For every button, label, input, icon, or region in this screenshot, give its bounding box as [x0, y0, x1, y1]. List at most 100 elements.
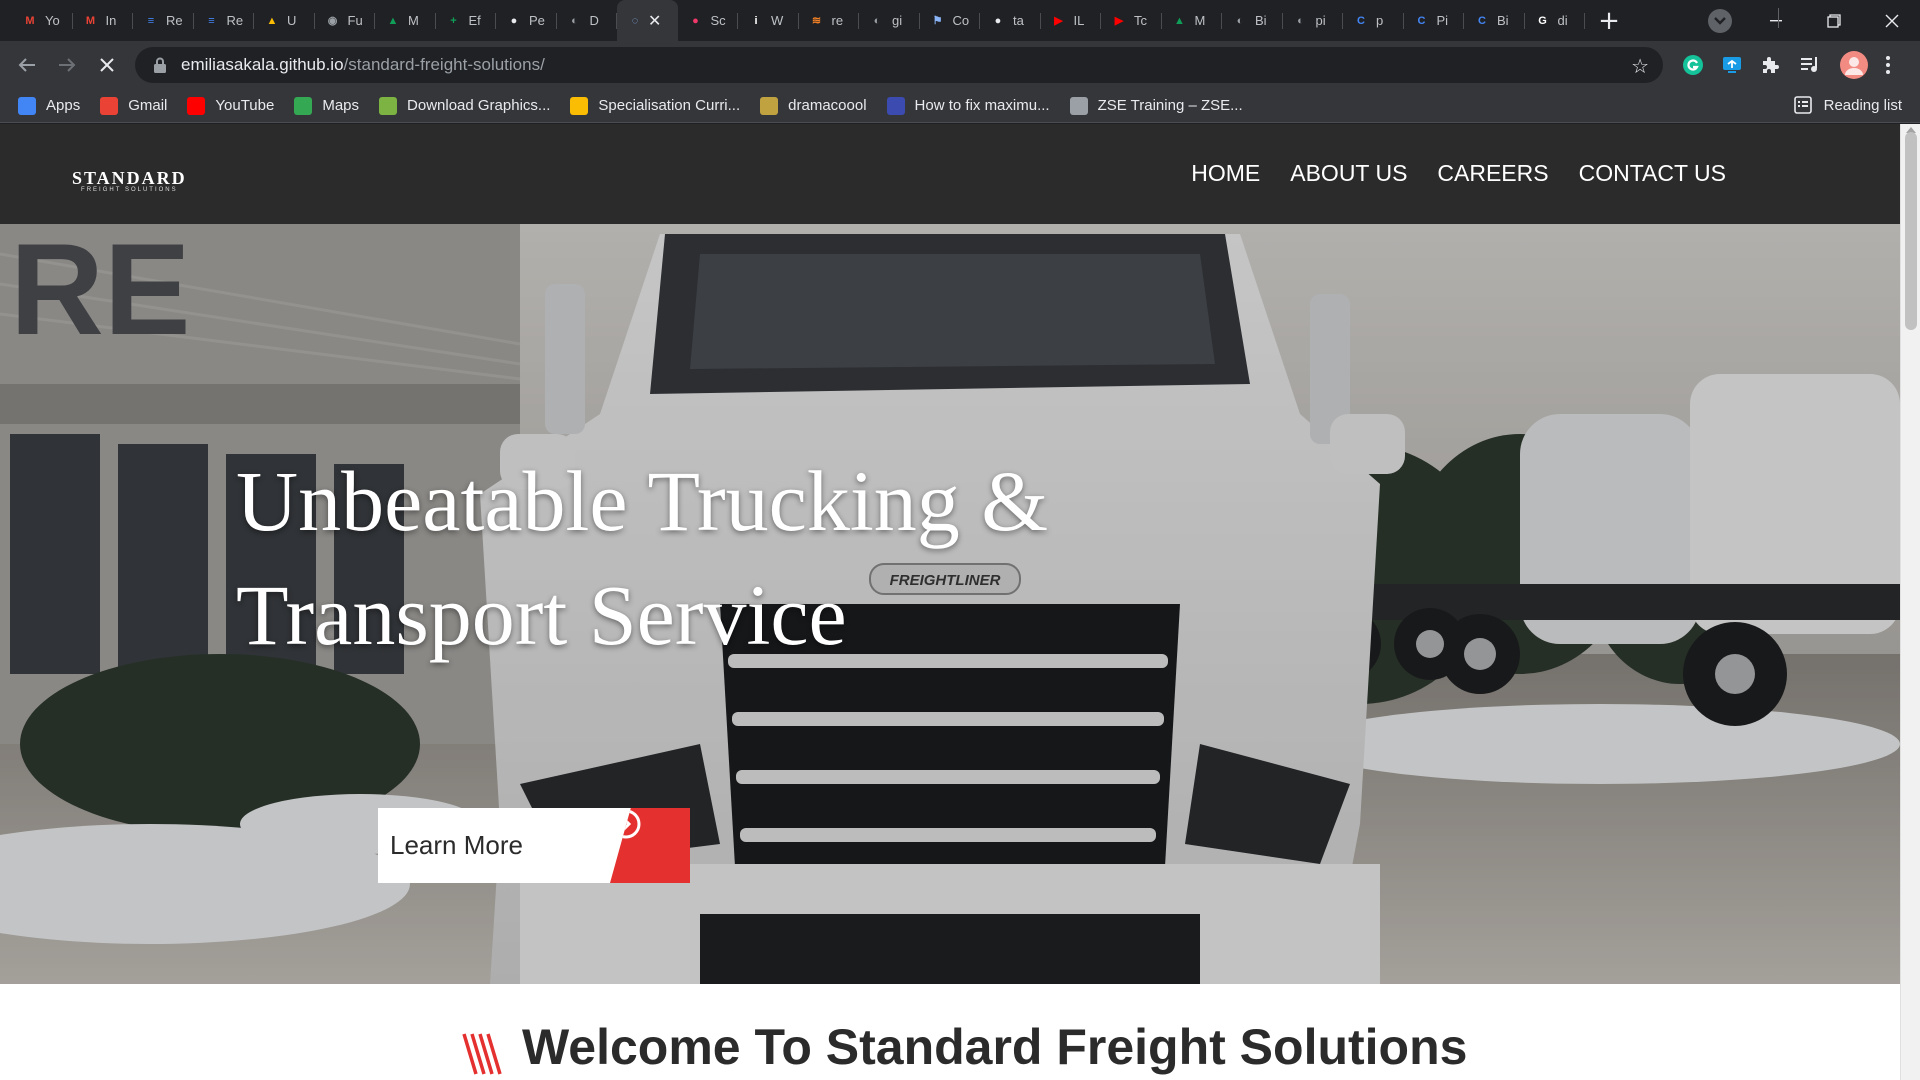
restore-button[interactable]: [1806, 0, 1862, 41]
tab-title: Sc: [710, 13, 726, 28]
arrow-right-icon: [59, 58, 76, 72]
bookmark-item[interactable]: dramacoool: [760, 96, 867, 115]
url-text: emiliasakala.github.io/standard-freight-…: [181, 55, 545, 75]
arrow-left-icon: [18, 58, 35, 72]
browser-tab[interactable]: M In: [73, 0, 134, 41]
google-icon: G: [1538, 14, 1547, 27]
avatar-icon: [1840, 51, 1868, 79]
forward-button[interactable]: [50, 48, 84, 82]
media-control-button[interactable]: [1798, 53, 1822, 77]
red-stripes-icon: [462, 1033, 502, 1075]
apps-grid-icon: [18, 96, 36, 115]
url-host: emiliasakala.github.io: [181, 55, 344, 74]
reading-list-button[interactable]: Reading list: [1793, 96, 1902, 114]
browser-tab[interactable]: ≡ Re: [133, 0, 194, 41]
site-logo[interactable]: STANDARD FREIGHT SOLUTIONS: [72, 168, 187, 193]
circle-chevron-right-icon: [611, 809, 641, 839]
bookmark-label: dramacoool: [788, 97, 867, 114]
bookmark-item[interactable]: How to fix maximu...: [886, 96, 1050, 115]
browser-tab[interactable]: ◉ Fu: [315, 0, 376, 41]
puzzle-icon: [1763, 57, 1779, 73]
browser-tab[interactable]: Cp: [1343, 0, 1404, 41]
browser-tab[interactable]: C Bi: [1464, 0, 1525, 41]
browser-tab[interactable]: ● ta: [980, 0, 1041, 41]
welcome-heading: Welcome To Standard Freight Solutions: [522, 1019, 1468, 1075]
hero-banner: RE FREIGHTLINER Unbeatable Trucking & Tr…: [0, 224, 1900, 984]
bookmark-item[interactable]: YouTube: [187, 96, 275, 115]
youtube-icon: ▶: [1054, 15, 1063, 27]
github-icon: ●: [994, 14, 1002, 27]
tab-close-icon[interactable]: ✕: [648, 11, 661, 30]
welcome-section: Welcome To Standard Freight Solutions: [0, 984, 1900, 1080]
bookmark-item[interactable]: Apps: [18, 96, 81, 115]
browser-tab[interactable]: ● Sc: [678, 0, 739, 41]
learn-more-button[interactable]: Learn More: [378, 808, 690, 883]
extensions-button[interactable]: [1758, 53, 1782, 77]
browser-tab[interactable]: ▶ Tc: [1101, 0, 1162, 41]
browser-tab[interactable]: iW: [738, 0, 799, 41]
bookmark-item[interactable]: Download Graphics...: [379, 96, 551, 115]
reading-list-icon: [1793, 96, 1812, 114]
bookmark-item[interactable]: ZSE Training – ZSE...: [1069, 96, 1243, 115]
tab-title: re: [831, 13, 844, 28]
close-icon: [1885, 14, 1899, 27]
bookmark-label: Download Graphics...: [407, 97, 551, 114]
stop-loading-button[interactable]: [90, 48, 124, 82]
new-tab-button[interactable]: +: [1591, 3, 1627, 39]
browser-tab[interactable]: ▶ IL: [1041, 0, 1102, 41]
bookmark-label: YouTube: [215, 97, 275, 114]
minimize-button[interactable]: [1748, 0, 1804, 41]
bookmark-star-icon[interactable]: ☆: [1631, 54, 1649, 78]
c-icon: C: [1417, 14, 1426, 27]
tab-title: M: [408, 13, 419, 28]
screen-icon: [886, 96, 905, 115]
nav-about-us[interactable]: ABOUT US: [1290, 160, 1407, 187]
tab-search-button[interactable]: [1708, 9, 1732, 33]
browser-tab[interactable]: ⚑ Co: [920, 0, 981, 41]
bookmark-item[interactable]: Specialisation Curri...: [570, 96, 740, 115]
close-window-button[interactable]: [1864, 0, 1920, 41]
playlist-icon: [1801, 57, 1817, 72]
browser-tab[interactable]: ▲ M: [1162, 0, 1223, 41]
cast-extension-button[interactable]: [1720, 53, 1744, 77]
browser-tab[interactable]: ● Pe: [496, 0, 557, 41]
screen-icon: ●: [692, 14, 699, 27]
browser-tab[interactable]: ◐ gi: [859, 0, 920, 41]
browser-tab[interactable]: ◐ Bi: [1222, 0, 1283, 41]
browser-tab[interactable]: Gdi: [1525, 0, 1586, 41]
stack-icon: ≋: [811, 15, 822, 27]
nav-home[interactable]: HOME: [1191, 160, 1260, 187]
flag-icon: ⚑: [932, 15, 943, 27]
bookmark-item[interactable]: Maps: [294, 96, 359, 115]
profile-avatar[interactable]: [1840, 51, 1868, 79]
learn-more-label: Learn More: [390, 830, 523, 860]
tab-title: Ef: [468, 13, 481, 28]
grammarly-extension-button[interactable]: [1681, 53, 1705, 77]
kebab-menu-icon: [1886, 56, 1890, 74]
scrollbar-thumb[interactable]: [1905, 132, 1917, 330]
nav-contact-us[interactable]: CONTACT US: [1579, 160, 1726, 187]
page-scrollbar[interactable]: [1900, 124, 1920, 1080]
browser-tab[interactable]: ▲ M: [375, 0, 436, 41]
tab-title: D: [589, 13, 599, 28]
browser-tab[interactable]: ◐ D: [557, 0, 618, 41]
sheets-icon: +: [450, 14, 457, 27]
tabs-container: M Yo M In ≡ Re ≡ Re ▲ U ◉ Fu ▲ M + Ef ● Pe ◐ D ◌ ✕ ● Sc i W ≋ re ◐ gi…: [0, 0, 1627, 41]
browser-tab[interactable]: ≋ re: [799, 0, 860, 41]
browser-tab[interactable]: C Pi: [1404, 0, 1465, 41]
bookmark-label: Apps: [46, 97, 81, 114]
back-button[interactable]: [10, 48, 44, 82]
bookmark-item[interactable]: Gmail: [100, 96, 167, 115]
browser-tab[interactable]: + Ef: [436, 0, 497, 41]
browser-tab[interactable]: ◌ ✕: [617, 0, 678, 41]
tab-title: p: [1376, 13, 1384, 28]
tab-title: In: [105, 13, 117, 28]
browser-tab[interactable]: ≡ Re: [194, 0, 255, 41]
nav-careers[interactable]: CAREERS: [1437, 160, 1548, 187]
chevron-down-icon: [1714, 17, 1726, 25]
browser-tab[interactable]: ◐ pi: [1283, 0, 1344, 41]
browser-tab[interactable]: ▲ U: [254, 0, 315, 41]
browser-tab[interactable]: M Yo: [12, 0, 73, 41]
browser-menu-button[interactable]: [1880, 53, 1896, 77]
address-bar[interactable]: emiliasakala.github.io/standard-freight-…: [135, 47, 1663, 83]
